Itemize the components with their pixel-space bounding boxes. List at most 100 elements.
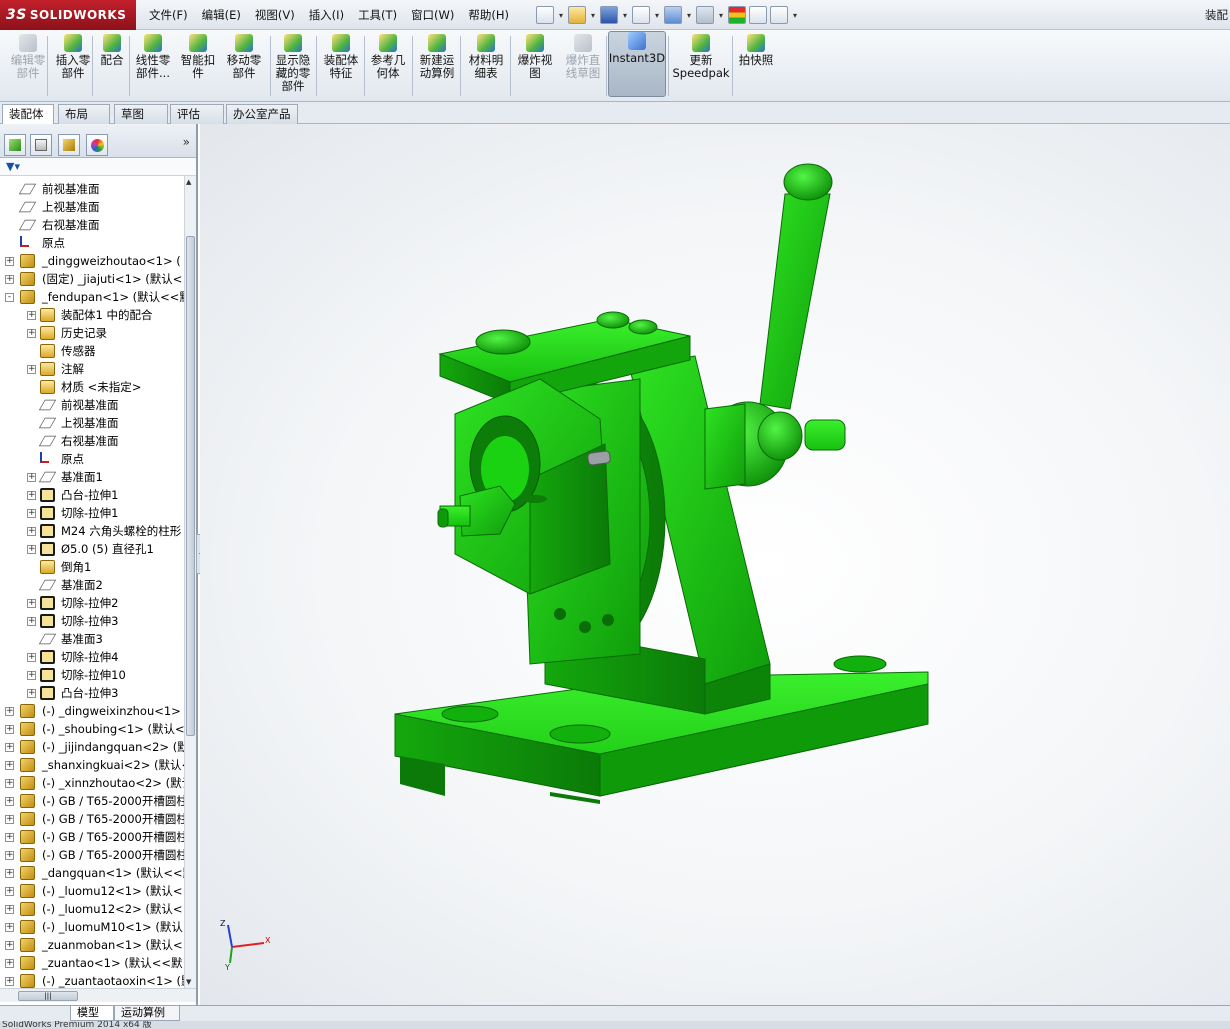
- expand-icon[interactable]: +: [5, 761, 14, 770]
- tree-item[interactable]: 右视基准面: [0, 432, 184, 450]
- tree-item[interactable]: + _shanxingkuai<2> (默认<: [0, 756, 184, 774]
- tree-item[interactable]: + (-) _jijindangquan<2> (默: [0, 738, 184, 756]
- menu-item[interactable]: 编辑(E): [195, 0, 248, 30]
- expand-icon[interactable]: +: [27, 689, 36, 698]
- tree-horizontal-scrollbar[interactable]: |||: [0, 988, 196, 1002]
- feature-manager-tab-icon[interactable]: [4, 134, 26, 156]
- tree-item[interactable]: + (固定) _jiajuti<1> (默认<: [0, 270, 184, 288]
- bottom-tab-1[interactable]: 运动算例 1: [114, 1006, 180, 1029]
- expand-icon[interactable]: +: [27, 311, 36, 320]
- save-icon[interactable]: [600, 6, 618, 24]
- tab-3[interactable]: 评估: [170, 104, 224, 124]
- tree-item[interactable]: + 凸台-拉伸3: [0, 684, 184, 702]
- tree-item[interactable]: + 历史记录: [0, 324, 184, 342]
- tree-item[interactable]: + Ø5.0 (5) 直径孔1: [0, 540, 184, 558]
- expand-icon[interactable]: +: [27, 473, 36, 482]
- expand-icon[interactable]: +: [5, 779, 14, 788]
- tree-item[interactable]: + _dangquan<1> (默认<<默: [0, 864, 184, 882]
- tree-item[interactable]: + 切除-拉伸1: [0, 504, 184, 522]
- command-button[interactable]: 装配体 特征: [319, 34, 363, 98]
- tree-item[interactable]: 传感器: [0, 342, 184, 360]
- menu-item[interactable]: 插入(I): [302, 0, 351, 30]
- menu-item[interactable]: 文件(F): [142, 0, 195, 30]
- command-button[interactable]: 插入零 部件: [52, 34, 94, 98]
- file-properties-icon[interactable]: [749, 6, 767, 24]
- bottom-tab-0[interactable]: 模型: [70, 1006, 114, 1021]
- tree-item[interactable]: 倒角1: [0, 558, 184, 576]
- tree-item[interactable]: 基准面2: [0, 576, 184, 594]
- tree-item[interactable]: + 基准面1: [0, 468, 184, 486]
- tree-item[interactable]: + 切除-拉伸10: [0, 666, 184, 684]
- tree-item[interactable]: + (-) _shoubing<1> (默认<: [0, 720, 184, 738]
- tab-0[interactable]: 装配体: [2, 104, 54, 125]
- tree-item[interactable]: 前视基准面: [0, 180, 184, 198]
- tree-item[interactable]: + (-) _luomu12<1> (默认<: [0, 882, 184, 900]
- expand-icon[interactable]: +: [27, 365, 36, 374]
- tab-4[interactable]: 办公室产品: [226, 104, 298, 124]
- tree-item[interactable]: 原点: [0, 234, 184, 252]
- expand-icon[interactable]: +: [5, 977, 14, 986]
- scrollbar-thumb[interactable]: |||: [18, 991, 78, 1001]
- tab-2[interactable]: 草图: [114, 104, 168, 124]
- tree-item[interactable]: + (-) GB / T65-2000开槽圆柱: [0, 810, 184, 828]
- expand-icon[interactable]: +: [5, 851, 14, 860]
- handle-hub[interactable]: [704, 401, 846, 490]
- select-arrow-icon[interactable]: [696, 6, 714, 24]
- filter-icon[interactable]: ▼▾: [0, 158, 196, 176]
- options-icon[interactable]: [770, 6, 788, 24]
- tree-item[interactable]: + (-) _luomu12<2> (默认<: [0, 900, 184, 918]
- command-button[interactable]: 智能扣 件: [176, 34, 220, 98]
- expand-icon[interactable]: +: [5, 797, 14, 806]
- expand-icon[interactable]: +: [5, 959, 14, 968]
- tree-item[interactable]: + 装配体1 中的配合: [0, 306, 184, 324]
- tree-item[interactable]: + (-) GB / T65-2000开槽圆柱: [0, 828, 184, 846]
- tree-item[interactable]: + (-) _zuantaotaoxin<1> (默: [0, 972, 184, 988]
- expand-icon[interactable]: +: [27, 671, 36, 680]
- expand-icon[interactable]: +: [5, 941, 14, 950]
- tree-item[interactable]: 基准面3: [0, 630, 184, 648]
- tree-item[interactable]: 右视基准面: [0, 216, 184, 234]
- tree-item[interactable]: 原点: [0, 450, 184, 468]
- handle-lever[interactable]: [759, 163, 833, 410]
- chevron-right-icon[interactable]: »: [183, 135, 190, 149]
- collapse-icon[interactable]: -: [5, 293, 14, 302]
- solidworks-logo[interactable]: 3S SOLIDWORKS: [0, 0, 136, 30]
- tree-vertical-scrollbar[interactable]: ▲ ▼: [184, 176, 196, 988]
- expand-icon[interactable]: +: [5, 707, 14, 716]
- expand-icon[interactable]: +: [5, 743, 14, 752]
- expand-icon[interactable]: +: [5, 833, 14, 842]
- open-folder-icon[interactable]: [568, 6, 586, 24]
- command-button[interactable]: 参考几 何体: [366, 34, 410, 98]
- clamp-block[interactable]: [454, 378, 611, 595]
- command-button[interactable]: 材料明 细表: [463, 34, 509, 98]
- expand-icon[interactable]: +: [27, 527, 36, 536]
- expand-icon[interactable]: +: [5, 887, 14, 896]
- command-button[interactable]: 爆炸视 图: [512, 34, 558, 98]
- expand-icon[interactable]: +: [5, 815, 14, 824]
- command-button[interactable]: 更新 Speedpak: [672, 34, 730, 98]
- scroll-up-icon[interactable]: ▲: [186, 178, 191, 186]
- expand-icon[interactable]: +: [27, 329, 36, 338]
- tree-item[interactable]: + _dinggweizhoutao<1> (: [0, 252, 184, 270]
- tree-item[interactable]: + (-) GB / T65-2000开槽圆柱: [0, 846, 184, 864]
- expand-icon[interactable]: +: [27, 653, 36, 662]
- expand-icon[interactable]: +: [27, 545, 36, 554]
- menu-item[interactable]: 视图(V): [248, 0, 302, 30]
- command-button[interactable]: Instant3D: [608, 31, 666, 97]
- command-button[interactable]: 显示隐 藏的零 部件: [272, 34, 314, 98]
- tree-item[interactable]: + (-) GB / T65-2000开槽圆柱: [0, 792, 184, 810]
- tree-item[interactable]: + 切除-拉伸3: [0, 612, 184, 630]
- tree-item[interactable]: + 切除-拉伸2: [0, 594, 184, 612]
- command-button[interactable]: 新建运 动算例: [414, 34, 460, 98]
- display-manager-tab-icon[interactable]: [86, 134, 108, 156]
- tree-item[interactable]: + (-) _xinnzhoutao<2> (默认: [0, 774, 184, 792]
- property-manager-tab-icon[interactable]: [30, 134, 52, 156]
- tree-item[interactable]: + 注解: [0, 360, 184, 378]
- expand-icon[interactable]: +: [27, 509, 36, 518]
- tree-item[interactable]: + _zuanmoban<1> (默认<: [0, 936, 184, 954]
- tab-1[interactable]: 布局: [58, 104, 110, 124]
- expand-icon[interactable]: +: [5, 905, 14, 914]
- command-button[interactable]: 线性零 部件...: [131, 34, 175, 98]
- tree-item[interactable]: 前视基准面: [0, 396, 184, 414]
- scrollbar-thumb[interactable]: [186, 236, 195, 736]
